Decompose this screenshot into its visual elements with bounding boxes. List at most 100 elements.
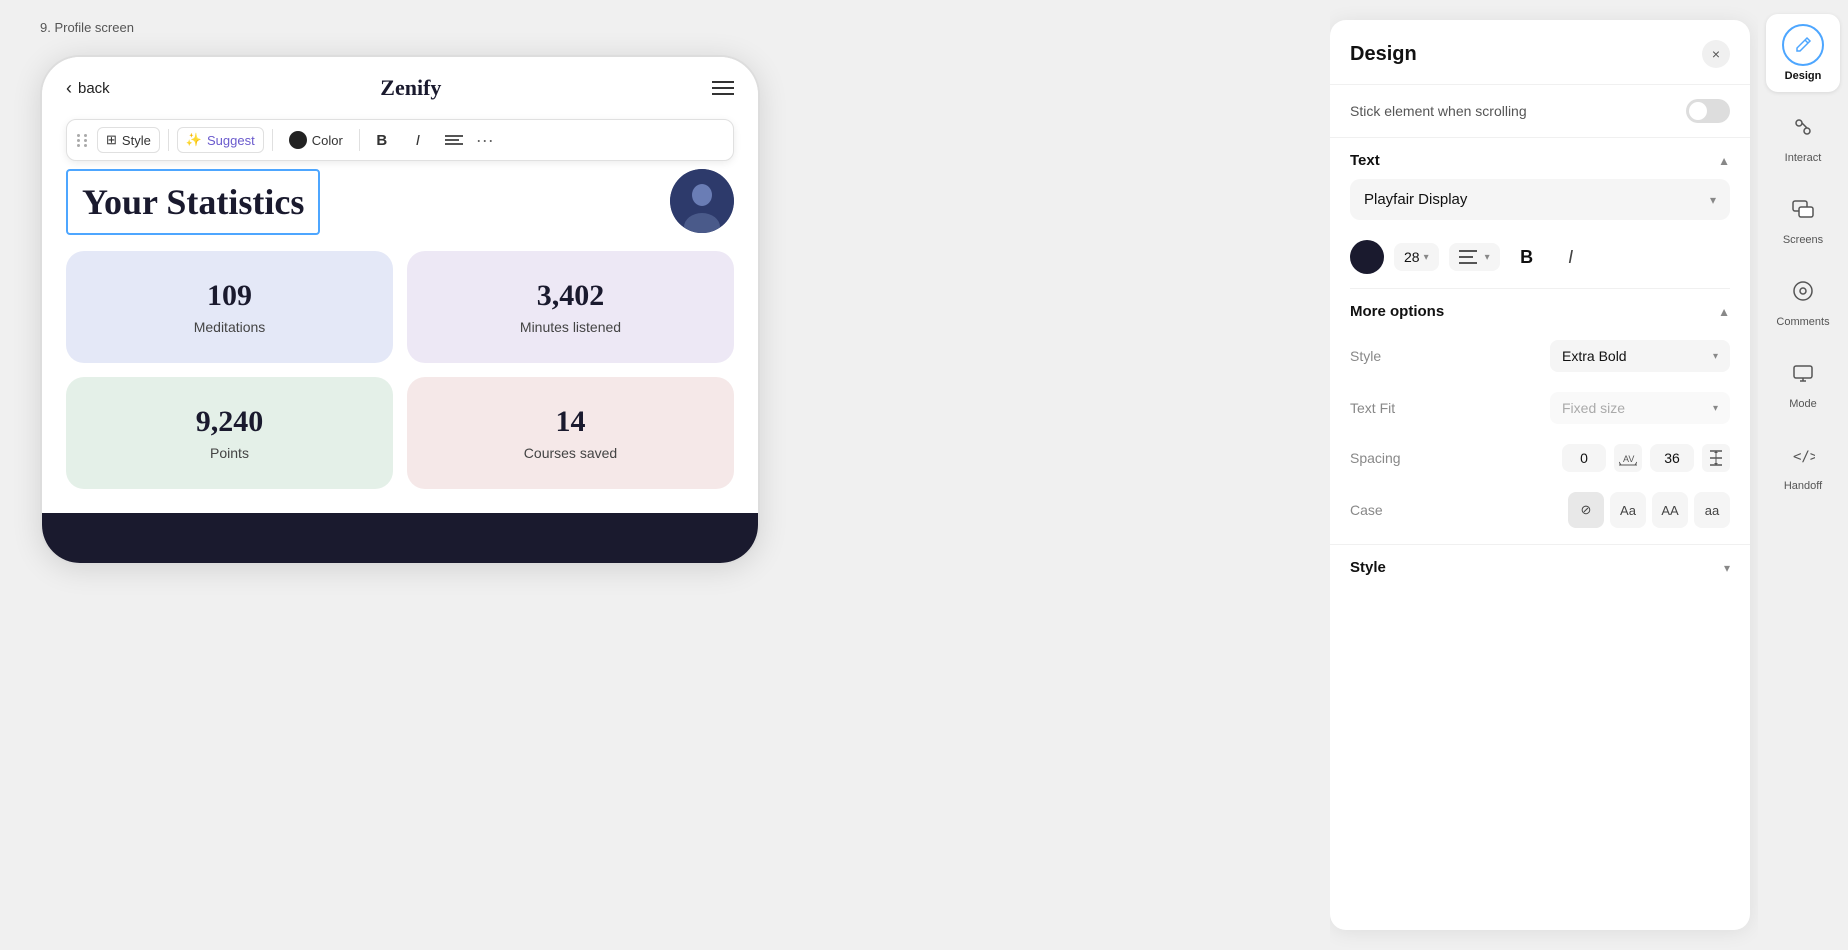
text-section-header: Text ▲ — [1330, 138, 1750, 179]
font-size-value: 28 — [1404, 249, 1420, 265]
design-panel: Design × Stick element when scrolling Te… — [1330, 20, 1750, 930]
page-label: 9. Profile screen — [40, 20, 1290, 35]
stat-label-minutes: Minutes listened — [520, 319, 621, 335]
toolbar-divider-1 — [168, 129, 169, 151]
letter-spacing-icon: AV — [1614, 444, 1642, 472]
phone-back-button[interactable]: ‹ back — [66, 78, 110, 99]
interact-label: Interact — [1785, 152, 1822, 164]
toolbar-divider-3 — [359, 129, 360, 151]
suggest-icon: ✨ — [186, 132, 202, 148]
text-fit-value-text: Fixed size — [1562, 400, 1707, 416]
case-label: Case — [1350, 502, 1383, 518]
toolbar-drag-handle[interactable] — [77, 134, 89, 147]
more-options-button[interactable]: ··· — [476, 130, 494, 151]
avatar-wrapper — [670, 169, 734, 233]
font-size-chevron-icon: ▾ — [1424, 252, 1429, 263]
italic-button[interactable]: I — [404, 126, 432, 154]
sidebar-item-design[interactable]: Design — [1766, 14, 1840, 92]
stat-number-points: 9,240 — [196, 405, 264, 439]
handoff-label: Handoff — [1784, 480, 1822, 492]
spacing-controls: 0 AV 36 — [1562, 444, 1730, 472]
more-options-chevron-icon[interactable]: ▲ — [1718, 305, 1730, 319]
design-panel-close-button[interactable]: × — [1702, 40, 1730, 68]
suggest-label: Suggest — [207, 133, 255, 148]
line-spacing-input[interactable]: 36 — [1650, 444, 1694, 472]
case-options: ⊘ Aa AA aa — [1568, 492, 1730, 528]
phone-menu-button[interactable] — [712, 81, 734, 95]
case-upper-button[interactable]: AA — [1652, 492, 1688, 528]
stat-card-points[interactable]: 9,240 Points — [66, 377, 393, 489]
stat-label-courses: Courses saved — [524, 445, 617, 461]
toolbar-divider-2 — [272, 129, 273, 151]
text-align-selector[interactable]: ▾ — [1449, 243, 1500, 271]
canvas-area: 9. Profile screen ‹ back Zenify — [0, 0, 1330, 950]
bold-button[interactable]: B — [368, 126, 396, 154]
text-italic-button[interactable]: I — [1554, 240, 1588, 274]
bottom-style-label: Style — [1350, 559, 1386, 576]
stat-card-courses[interactable]: 14 Courses saved — [407, 377, 734, 489]
sidebar-item-comments[interactable]: Comments — [1766, 260, 1840, 338]
text-fit-option-label: Text Fit — [1350, 400, 1395, 416]
phone-bottom-bar — [42, 513, 758, 563]
style-option-row: Style Extra Bold ▾ — [1330, 330, 1750, 382]
back-arrow-icon: ‹ — [66, 78, 72, 99]
line-spacing-icon — [1702, 444, 1730, 472]
stats-heading-wrapper: Your Statistics — [66, 169, 734, 235]
svg-text:</>: </> — [1793, 449, 1815, 465]
font-selector[interactable]: Playfair Display ▾ — [1350, 179, 1730, 220]
color-button[interactable]: Color — [281, 127, 351, 153]
spacing-row: Spacing 0 AV 36 — [1330, 434, 1750, 482]
comments-label: Comments — [1776, 316, 1829, 328]
text-fit-option-row: Text Fit Fixed size ▾ — [1330, 382, 1750, 434]
svg-text:AV: AV — [1623, 454, 1634, 464]
mode-label: Mode — [1789, 398, 1817, 410]
sidebar-item-mode[interactable]: Mode — [1766, 342, 1840, 420]
case-row: Case ⊘ Aa AA aa — [1330, 482, 1750, 544]
user-avatar[interactable] — [670, 169, 734, 233]
style-icon: ⊞ — [106, 132, 117, 148]
font-chevron-icon: ▾ — [1710, 193, 1716, 207]
font-name: Playfair Display — [1364, 191, 1467, 208]
more-options-header: More options ▲ — [1330, 289, 1750, 330]
font-size-selector[interactable]: 28 ▾ — [1394, 243, 1439, 271]
case-title-button[interactable]: Aa — [1610, 492, 1646, 528]
align-button[interactable] — [440, 126, 468, 154]
text-section-title: Text — [1350, 152, 1380, 169]
text-color-swatch[interactable] — [1350, 240, 1384, 274]
floating-toolbar: ⊞ Style ✨ Suggest Color B I — [66, 119, 734, 161]
stats-heading: Your Statistics — [82, 181, 304, 223]
mode-icon — [1782, 352, 1824, 394]
design-label: Design — [1785, 70, 1822, 82]
text-style-row: 28 ▾ ▾ B I — [1330, 234, 1750, 288]
stat-card-minutes[interactable]: 3,402 Minutes listened — [407, 251, 734, 363]
case-lower-button[interactable]: aa — [1694, 492, 1730, 528]
sidebar-item-screens[interactable]: Screens — [1766, 178, 1840, 256]
screens-label: Screens — [1783, 234, 1823, 246]
back-label: back — [78, 80, 110, 97]
stat-number-courses: 14 — [556, 405, 586, 439]
stat-card-meditations[interactable]: 109 Meditations — [66, 251, 393, 363]
suggest-button[interactable]: ✨ Suggest — [177, 127, 264, 153]
stat-label-meditations: Meditations — [194, 319, 266, 335]
sticky-element-row: Stick element when scrolling — [1330, 85, 1750, 138]
sidebar-item-handoff[interactable]: </> Handoff — [1766, 424, 1840, 502]
text-section-chevron[interactable]: ▲ — [1718, 154, 1730, 168]
stats-heading-selected[interactable]: Your Statistics — [66, 169, 320, 235]
bottom-style-chevron-icon[interactable]: ▾ — [1724, 561, 1730, 575]
letter-spacing-input[interactable]: 0 — [1562, 444, 1606, 472]
sticky-toggle[interactable] — [1686, 99, 1730, 123]
phone-toolbar: ‹ back Zenify — [42, 57, 758, 119]
design-panel-header: Design × — [1330, 20, 1750, 85]
style-button[interactable]: ⊞ Style — [97, 127, 160, 153]
text-bold-button[interactable]: B — [1510, 240, 1544, 274]
style-value-selector[interactable]: Extra Bold ▾ — [1550, 340, 1730, 372]
sticky-label: Stick element when scrolling — [1350, 103, 1527, 119]
text-fit-value-selector[interactable]: Fixed size ▾ — [1550, 392, 1730, 424]
stat-number-meditations: 109 — [207, 279, 252, 313]
interact-icon — [1782, 106, 1824, 148]
sidebar-item-interact[interactable]: Interact — [1766, 96, 1840, 174]
comments-icon — [1782, 270, 1824, 312]
spacing-label: Spacing — [1350, 450, 1401, 466]
case-none-button[interactable]: ⊘ — [1568, 492, 1604, 528]
stat-label-points: Points — [210, 445, 249, 461]
